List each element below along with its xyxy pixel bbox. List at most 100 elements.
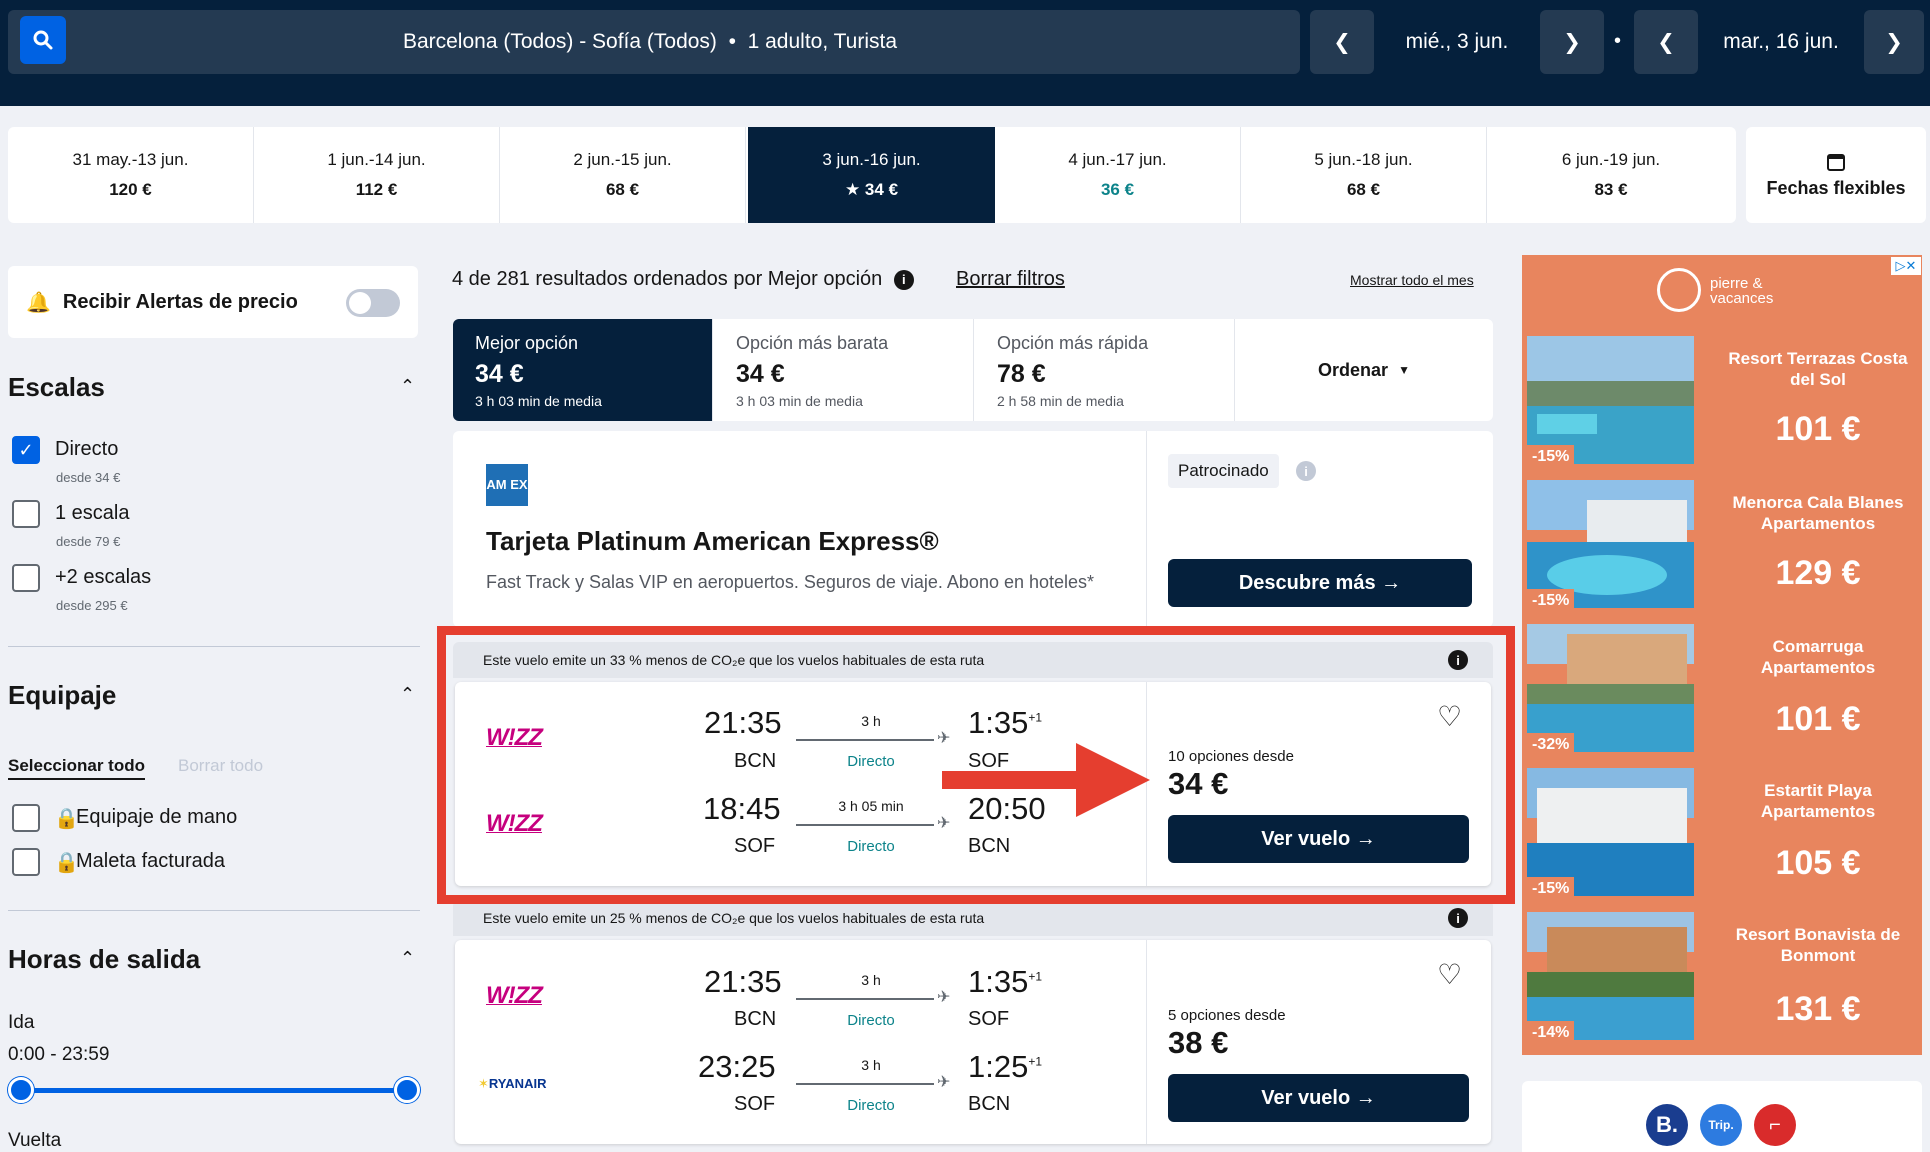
depart-date[interactable]: mié., 3 jun.: [1382, 10, 1532, 74]
arrival-time: 1:25+1: [968, 1049, 1042, 1085]
stops-two-plus-price: desde 295 €: [56, 598, 128, 613]
discover-more-button[interactable]: Descubre más →: [1168, 559, 1472, 607]
sort-tab-duration: 2 h 58 min de media: [997, 393, 1124, 409]
hotel-name: Menorca Cala Blanes Apartamentos: [1732, 493, 1904, 533]
discount-badge: -15%: [1527, 877, 1575, 901]
outbound-time-slider[interactable]: [20, 1088, 408, 1093]
order-label: Ordenar: [1318, 359, 1389, 380]
stops-two-plus-label: +2 escalas: [55, 566, 152, 588]
checked-bag-checkbox[interactable]: [12, 848, 40, 876]
date-option-price: 112 €: [355, 180, 398, 199]
flight-price: 38 €: [1168, 1025, 1229, 1060]
sort-tab-price: 34 €: [736, 360, 785, 388]
sort-tab-cheapest[interactable]: Opción más barata 34 € 3 h 03 min de med…: [714, 319, 974, 421]
price-alert-label: Recibir Alertas de precio: [62, 290, 298, 313]
date-option-price: 68 €: [1346, 180, 1381, 199]
stops-one-price: desde 79 €: [56, 534, 121, 549]
clear-all-link[interactable]: Borrar todo: [178, 756, 263, 776]
date-option-price: 83 €: [1594, 180, 1628, 199]
departure-airport: SOF: [734, 1093, 776, 1115]
view-flight-button[interactable]: Ver vuelo →: [1168, 1074, 1469, 1122]
select-all-link[interactable]: Seleccionar todo: [8, 756, 145, 780]
date-option-dates: 2 jun.-15 jun.: [573, 150, 672, 169]
route-line: [796, 998, 934, 1000]
departure-times-heading: Horas de salida: [8, 944, 201, 974]
departure-time: 23:25: [698, 1049, 776, 1084]
ad-choices-icon[interactable]: ▷✕: [1891, 257, 1921, 275]
prev-return-date-button[interactable]: ❮: [1634, 10, 1698, 74]
baggage-heading: Equipaje: [8, 680, 117, 710]
chevron-right-icon: ❯: [1885, 30, 1903, 54]
chevron-up-icon[interactable]: ⌃: [400, 684, 415, 705]
stops-direct-label: Directo: [55, 438, 119, 460]
sort-tab-title: Opción más barata: [736, 333, 889, 353]
booking-logo: B.: [1646, 1104, 1688, 1146]
stops-one-label: 1 escala: [55, 502, 130, 524]
discount-badge: -32%: [1527, 733, 1575, 757]
amex-logo: AM EX: [486, 464, 528, 506]
show-whole-month-link[interactable]: Mostrar todo el mes: [1350, 272, 1474, 288]
sort-tab-best[interactable]: Mejor opción 34 € 3 h 03 min de media: [453, 319, 713, 421]
stops-direct-price: desde 34 €: [56, 470, 121, 485]
info-icon[interactable]: i: [1448, 908, 1468, 928]
date-option[interactable]: 6 jun.-19 jun. 83 €: [1488, 127, 1734, 223]
hotel-name: Comarruga Apartamentos: [1760, 637, 1876, 677]
slider-end-handle[interactable]: [394, 1077, 420, 1103]
info-icon[interactable]: i: [1296, 461, 1316, 481]
next-return-date-button[interactable]: ❯: [1864, 10, 1924, 74]
date-option-dates: 1 jun.-14 jun.: [327, 150, 426, 169]
wizz-air-logo: W!ZZ: [486, 982, 543, 1009]
stops-label: Directo: [847, 1097, 895, 1114]
stops-one-checkbox[interactable]: [12, 500, 40, 528]
prev-depart-date-button[interactable]: ❮: [1310, 10, 1374, 74]
flexible-dates-button[interactable]: Fechas flexibles: [1746, 127, 1926, 223]
plane-icon: ✈: [937, 1074, 951, 1091]
calendar-icon: [1827, 153, 1845, 171]
chevron-up-icon[interactable]: ⌃: [400, 376, 415, 397]
options-from: 5 opciones desde: [1168, 1007, 1286, 1024]
date-option-dates: 31 may.-13 jun.: [72, 150, 189, 169]
cabin-bag-checkbox[interactable]: [12, 804, 40, 832]
sidebar-divider: [8, 910, 420, 911]
return-date[interactable]: mar., 16 jun.: [1706, 10, 1856, 74]
sort-tab-title: Mejor opción: [475, 333, 579, 353]
date-option-price: 68 €: [605, 180, 640, 199]
stops-direct-checkbox[interactable]: ✓: [12, 436, 40, 464]
pierre-vacances-logo-mark: [1657, 268, 1701, 312]
slider-start-handle[interactable]: [8, 1077, 34, 1103]
sort-tab-title: Opción más rápida: [997, 333, 1149, 353]
hotel-price: 131 €: [1775, 990, 1861, 1028]
date-option-price: ★ 34 €: [844, 180, 899, 199]
ryanair-logo-text: RYANAIR: [488, 1076, 547, 1091]
date-option-selected[interactable]: 3 jun.-16 jun. ★ 34 €: [748, 127, 995, 223]
ryanair-logo: ✶RYANAIR: [478, 1076, 546, 1092]
card-divider: [1146, 940, 1147, 1144]
price-alert-toggle[interactable]: [346, 289, 400, 317]
date-option[interactable]: 5 jun.-18 jun. 68 €: [1241, 127, 1487, 223]
price-alert-card: 🔔 Recibir Alertas de precio: [8, 266, 418, 338]
info-icon[interactable]: i: [893, 269, 914, 290]
next-depart-date-button[interactable]: ❯: [1540, 10, 1604, 74]
arrival-airport: SOF: [968, 1008, 1010, 1030]
chevron-up-icon[interactable]: ⌃: [400, 948, 415, 969]
discount-badge: -15%: [1527, 445, 1575, 469]
sort-tab-price: 34 €: [475, 360, 524, 388]
return-label: Vuelta: [8, 1130, 62, 1151]
hotel-name: Resort Terrazas Costa del Sol: [1728, 349, 1908, 389]
hotel-name: Estartit Playa Apartamentos: [1760, 781, 1876, 821]
date-option[interactable]: 1 jun.-14 jun. 112 €: [254, 127, 500, 223]
outbound-time-range: 0:00 - 23:59: [8, 1044, 110, 1065]
heart-icon[interactable]: ♡: [1437, 958, 1462, 991]
stops-two-plus-checkbox[interactable]: [12, 564, 40, 592]
departure-airport: BCN: [734, 1008, 777, 1030]
flexible-dates-label: Fechas flexibles: [1766, 177, 1906, 198]
date-option[interactable]: 4 jun.-17 jun. 36 €: [995, 127, 1241, 223]
sort-tab-fastest[interactable]: Opción más rápida 78 € 2 h 58 min de med…: [975, 319, 1235, 421]
date-option[interactable]: 31 may.-13 jun. 120 €: [8, 127, 254, 223]
clear-filters-link[interactable]: Borrar filtros: [956, 268, 1065, 291]
arrival-time-value: 1:25: [968, 1049, 1029, 1084]
order-dropdown[interactable]: Ordenar ▼: [1236, 319, 1492, 421]
date-option[interactable]: 2 jun.-15 jun. 68 €: [500, 127, 746, 223]
arrival-airport: BCN: [968, 1093, 1011, 1115]
bell-icon: 🔔: [26, 291, 51, 314]
